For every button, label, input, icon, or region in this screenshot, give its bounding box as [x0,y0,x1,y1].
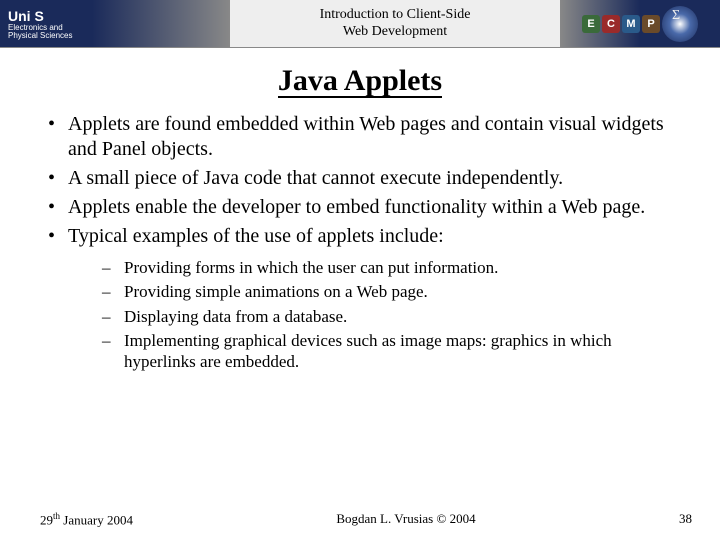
slide-footer: 29th January 2004 Bogdan L. Vrusias © 20… [0,511,720,528]
bullet-text: Typical examples of the use of applets i… [68,225,444,247]
course-title-block: Introduction to Client-Side Web Developm… [230,0,560,47]
sub-bullet-item: Providing forms in which the user can pu… [68,257,680,278]
slide-header: Uni S Electronics and Physical Sciences … [0,0,720,48]
footer-author: Bogdan L. Vrusias © 2004 [336,511,475,528]
university-logo-text: Uni S [8,8,72,24]
spiral-icon [662,6,698,42]
badge-p: P [642,15,660,33]
slide-content: Applets are found embedded within Web pa… [0,112,720,372]
badge-c: C [602,15,620,33]
footer-page-number: 38 [679,511,692,528]
header-logo-block: Uni S Electronics and Physical Sciences [0,0,230,47]
bullet-item: Applets are found embedded within Web pa… [44,112,680,162]
bullet-item: Typical examples of the use of applets i… [44,224,680,372]
course-title-line1: Introduction to Client-Side [320,7,471,24]
sub-bullet-list: Providing forms in which the user can pu… [68,257,680,372]
badge-e: E [582,15,600,33]
course-title-line2: Web Development [343,24,447,41]
badge-row: E C M P [582,15,660,33]
slide-title: Java Applets [278,66,442,98]
sub-bullet-item: Providing simple animations on a Web pag… [68,281,680,302]
sub-bullet-item: Implementing graphical devices such as i… [68,330,680,373]
footer-date: 29th January 2004 [40,511,133,528]
header-badges-block: E C M P [560,0,720,47]
faculty-line2: Physical Sciences [8,32,72,40]
bullet-list: Applets are found embedded within Web pa… [44,112,680,372]
bullet-item: Applets enable the developer to embed fu… [44,195,680,220]
bullet-item: A small piece of Java code that cannot e… [44,166,680,191]
sub-bullet-item: Displaying data from a database. [68,306,680,327]
badge-m: M [622,15,640,33]
